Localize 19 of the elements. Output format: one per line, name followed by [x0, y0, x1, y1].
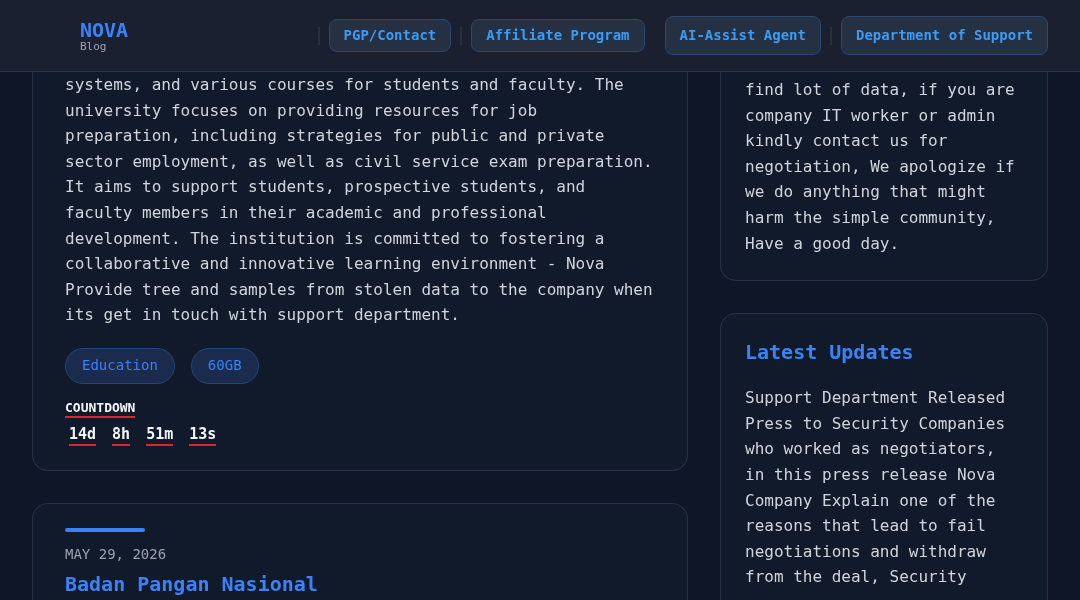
sidebar-text: find lot of data, if you are company IT worker or admin kindly contact us for negotiation, We apologize if we do anything that might harm the simple community, Have a good day.: [745, 79, 1016, 255]
countdown-value: 51m: [146, 423, 174, 446]
logo-subtitle: Blog: [80, 40, 108, 53]
logo-text[interactable]: NOVA: [80, 18, 129, 41]
post-date: MAY 29, 2026: [65, 544, 168, 564]
sidebar-text: Support Department Released Press to Security Companies who worked as negotiators, in this press release Nova Company Explain one of the reasons that lead to fail negotiations and withdraw from the deal, Security: [745, 387, 1007, 589]
post-title[interactable]: Badan Pangan Nasional: [65, 571, 655, 596]
post-excerpt: systems, and various courses for students and faculty. The university focuses on providing resources for job preparation, including strategies for public and private sector employment, as well as civil service exam preparation. It aims to support students, prospective students, and faculty members in their academic and professional development. The institution is committed to fostering a collaborative and innovative learning environment - Nova Provide tree and samples from stolen data to the company when its get in touch with support department.: [65, 74, 654, 327]
category-tag[interactable]: 60GB: [190, 347, 259, 384]
nav-button[interactable]: Affiliate Program: [471, 19, 645, 52]
countdown-value: 8h: [112, 423, 131, 446]
category-tag[interactable]: Education: [65, 347, 175, 384]
countdown-value: 14d: [69, 423, 97, 446]
nav-button[interactable]: AI-Assist Agent: [664, 16, 821, 55]
nav-button[interactable]: Department of Support: [841, 16, 1048, 55]
nav-button[interactable]: PGP/Contact: [328, 19, 452, 52]
countdown-label: COUNTDOWN: [65, 399, 136, 418]
sidebar-heading: Latest Updates: [745, 339, 915, 367]
countdown-value: 13s: [189, 423, 217, 446]
